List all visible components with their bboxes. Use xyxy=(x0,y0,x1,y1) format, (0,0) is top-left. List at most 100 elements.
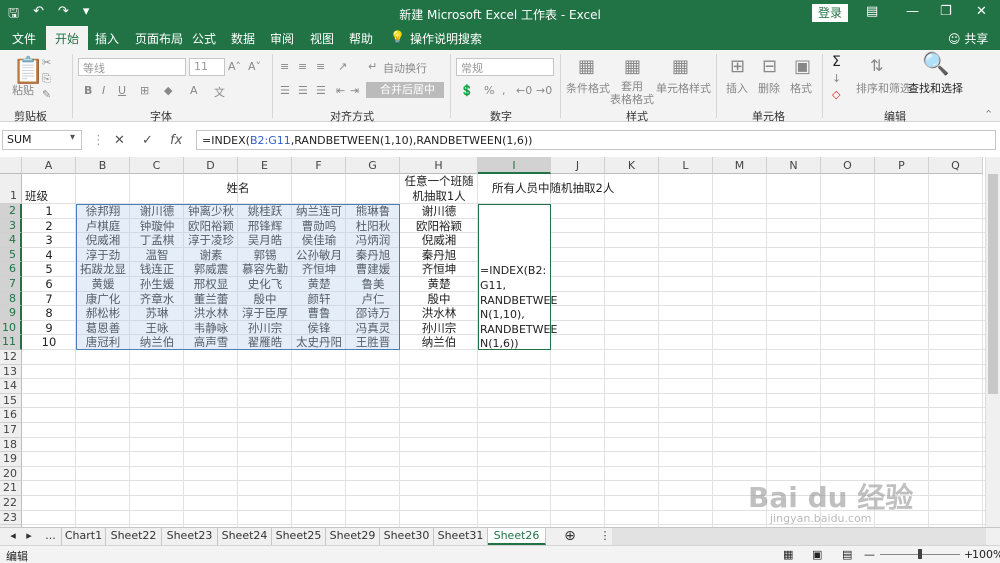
row-header-9[interactable]: 9 xyxy=(0,306,22,321)
conditional-format-button[interactable]: 条件格式 xyxy=(566,80,610,96)
column-header-n[interactable]: N xyxy=(767,157,821,174)
accounting-format-icon[interactable]: 💲 xyxy=(460,84,474,97)
comma-style-icon[interactable]: , xyxy=(502,84,506,97)
orientation-icon[interactable]: ↗ xyxy=(338,60,347,73)
cell-style-button[interactable]: 单元格样式 xyxy=(656,80,711,96)
format-painter-icon[interactable]: ✎ xyxy=(42,88,51,101)
row-header-21[interactable]: 21 xyxy=(0,481,22,496)
sheet-tab-sheet26[interactable]: Sheet26 xyxy=(488,528,546,545)
scroll-tabs-right-icon[interactable]: ▸ xyxy=(22,528,36,545)
column-header-d[interactable]: D xyxy=(184,157,238,174)
sheet-tab-sheet31[interactable]: Sheet31 xyxy=(434,528,488,545)
cell-class-number[interactable]: 1 xyxy=(22,204,76,219)
normal-view-icon[interactable]: ▦ xyxy=(783,548,793,561)
table-format-button[interactable]: 套用 表格格式 xyxy=(610,80,654,106)
row-header-13[interactable]: 13 xyxy=(0,364,22,380)
column-header-a[interactable]: A xyxy=(22,157,76,174)
scroll-tabs-left-icon[interactable]: ◂ xyxy=(6,528,20,545)
sort-filter-icon[interactable]: ⇅ xyxy=(870,56,883,75)
cell-h-random-pick[interactable]: 谢川德 xyxy=(400,204,478,219)
column-header-h[interactable]: H xyxy=(400,157,478,174)
tab-formulas[interactable]: 公式 xyxy=(192,30,216,47)
insert-function-button[interactable]: fx xyxy=(170,133,182,148)
cell-h-random-pick[interactable]: 纳兰伯 xyxy=(400,335,478,350)
cell-h-random-pick[interactable]: 黄楚 xyxy=(400,277,478,292)
cell-h-random-pick[interactable]: 殷中 xyxy=(400,292,478,307)
tab-data[interactable]: 数据 xyxy=(231,30,255,47)
font-size-select[interactable]: 11 xyxy=(189,58,225,76)
border-icon[interactable]: ⊞ xyxy=(140,84,149,97)
cell-h-random-pick[interactable]: 齐恒坤 xyxy=(400,262,478,277)
conditional-format-icon[interactable]: ▦ xyxy=(578,56,595,77)
sheet-tab-sheet30[interactable]: Sheet30 xyxy=(380,528,434,545)
cancel-icon[interactable]: ✕ xyxy=(114,133,125,148)
vertical-scrollbar[interactable] xyxy=(985,157,1000,527)
indent-increase-icon[interactable]: ⇥ xyxy=(350,84,359,97)
bold-icon[interactable]: B xyxy=(84,84,92,97)
cell-h-random-pick[interactable]: 欧阳裕颖 xyxy=(400,219,478,234)
formula-input[interactable]: =INDEX(B2:G11,RANDBETWEEN(1,10),RANDBETW… xyxy=(196,130,996,150)
delete-cells-icon[interactable]: ⊟ xyxy=(762,56,777,77)
new-sheet-icon[interactable]: ⊕ xyxy=(560,528,580,545)
cell-i1-header[interactable]: 所有人员中随机抽取2人 xyxy=(478,181,618,196)
row-header-11[interactable]: 11 xyxy=(0,335,22,350)
sort-filter-button[interactable]: 排序和筛选 xyxy=(856,80,911,96)
close-icon[interactable]: ✕ xyxy=(976,4,987,19)
column-header-m[interactable]: M xyxy=(713,157,767,174)
insert-cells-button[interactable]: 插入 xyxy=(726,80,748,96)
italic-icon[interactable]: I xyxy=(102,84,105,97)
row-header-22[interactable]: 22 xyxy=(0,496,22,511)
ribbon-display-icon[interactable]: ▤ xyxy=(866,4,878,19)
cell-class-number[interactable]: 2 xyxy=(22,219,76,234)
copy-icon[interactable]: ⎘ xyxy=(42,72,51,86)
grow-font-icon[interactable]: A˄ xyxy=(228,60,241,73)
select-all-corner[interactable] xyxy=(0,157,22,174)
cell-h-random-pick[interactable]: 秦丹旭 xyxy=(400,248,478,263)
align-right-icon[interactable]: ☰ xyxy=(316,84,326,97)
tab-file[interactable]: 文件 xyxy=(12,30,36,47)
zoom-slider-thumb[interactable] xyxy=(918,549,922,559)
cell-class-number[interactable]: 9 xyxy=(22,321,76,336)
row-header-17[interactable]: 17 xyxy=(0,423,22,438)
align-middle-icon[interactable]: ≡ xyxy=(298,60,307,73)
restore-icon[interactable]: ❐ xyxy=(940,4,952,19)
tab-splitter-icon[interactable]: ⋮ xyxy=(598,528,612,545)
align-left-icon[interactable]: ☰ xyxy=(280,84,290,97)
name-box-dropdown-icon[interactable]: ▾ xyxy=(70,132,75,143)
format-cells-button[interactable]: 格式 xyxy=(790,80,812,96)
row-header-19[interactable]: 19 xyxy=(0,452,22,467)
row-header-10[interactable]: 10 xyxy=(0,320,22,336)
sheet-tab-sheet29[interactable]: Sheet29 xyxy=(326,528,380,545)
tab-help[interactable]: 帮助 xyxy=(349,30,373,47)
cut-icon[interactable]: ✂ xyxy=(42,56,51,69)
merge-center-button[interactable]: 合并后居中 xyxy=(366,82,444,98)
cell-style-icon[interactable]: ▦ xyxy=(672,56,689,77)
row-header-12[interactable]: 12 xyxy=(0,350,22,365)
column-header-b[interactable]: B xyxy=(76,157,130,174)
page-layout-view-icon[interactable]: ▣ xyxy=(812,548,822,561)
fill-icon[interactable]: ↓ xyxy=(832,72,841,85)
cell-b1-names-header[interactable]: 姓名 xyxy=(76,181,400,196)
table-format-icon[interactable]: ▦ xyxy=(624,56,641,77)
column-header-e[interactable]: E xyxy=(238,157,292,174)
wrap-text-button[interactable]: 自动换行 xyxy=(383,60,427,76)
row-header-2[interactable]: 2 xyxy=(0,204,22,219)
clear-icon[interactable]: ◇ xyxy=(832,88,840,101)
tab-review[interactable]: 审阅 xyxy=(270,30,294,47)
share-button[interactable]: ☺ 共享 xyxy=(948,30,988,47)
align-top-icon[interactable]: ≡ xyxy=(280,60,289,73)
sheet-tab-chart1[interactable]: Chart1 xyxy=(62,528,106,545)
row-header-4[interactable]: 4 xyxy=(0,233,22,248)
column-header-l[interactable]: L xyxy=(659,157,713,174)
font-name-select[interactable]: 等线 xyxy=(78,58,186,76)
sheet-tab-sheet22[interactable]: Sheet22 xyxy=(106,528,162,545)
column-header-f[interactable]: F xyxy=(292,157,346,174)
format-cells-icon[interactable]: ▣ xyxy=(794,56,811,77)
wrap-text-icon[interactable]: ↵ xyxy=(368,60,377,73)
login-button[interactable]: 登录 xyxy=(812,4,848,22)
worksheet-grid[interactable]: A B C D E F G H I J K L M N O P Q 1 2 3 4 5 6 7 8 9 10 11 12 13 14 15 16… xyxy=(0,157,985,527)
column-header-p[interactable]: P xyxy=(875,157,929,174)
paste-button[interactable]: 粘贴 xyxy=(12,82,34,98)
sheet-tab-sheet25[interactable]: Sheet25 xyxy=(272,528,326,545)
indent-decrease-icon[interactable]: ⇤ xyxy=(336,84,345,97)
